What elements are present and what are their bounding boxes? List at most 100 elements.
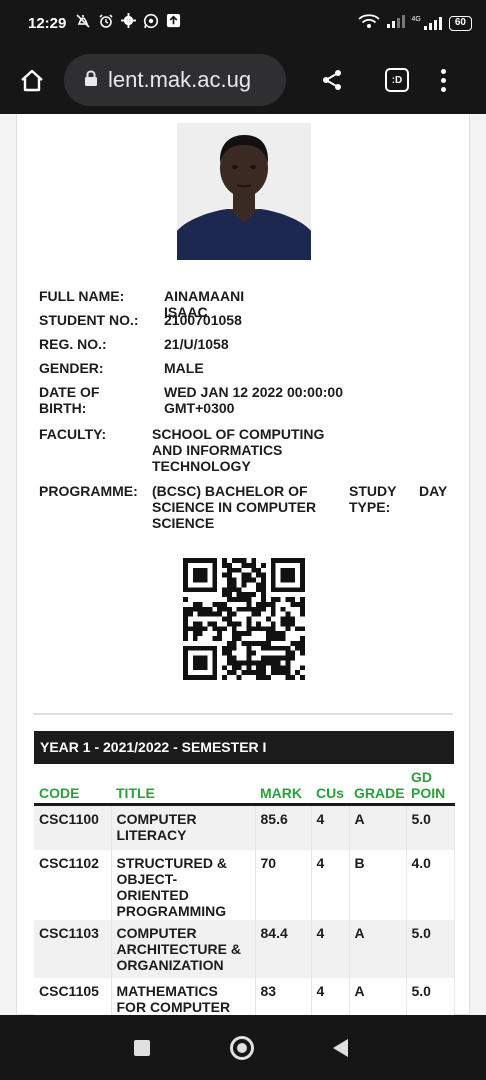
cell-grade: A (349, 804, 407, 850)
menu-dot-icon (440, 68, 446, 74)
table-row: CSC1105 MATHEMATICS FOR COMPUTER 83 4 A 5.0 (34, 978, 455, 1015)
faculty-value: SCHOOL OF COMPUTING AND INFORMATICS TECH… (152, 426, 352, 474)
whatsapp-icon (143, 13, 159, 34)
faculty-label: FACULTY: (39, 426, 107, 442)
do-not-disturb-icon (75, 13, 91, 34)
browser-toolbar: lent.mak.ac.ug :D (0, 46, 486, 114)
cell-title-line: ORIENTED (116, 887, 189, 903)
cell-code: CSC1100 (34, 804, 112, 850)
faculty-value-line: SCHOOL OF COMPUTING (152, 426, 325, 442)
gender-value: MALE (164, 360, 204, 376)
wifi-icon (357, 13, 380, 34)
signal-strength-icon (386, 14, 406, 33)
results-table: CODE TITLE MARK CUs GRADE GD POIN CSC110… (34, 764, 455, 1015)
cell-title-line: STRUCTURED & (116, 855, 227, 871)
column-header-code: CODE (34, 764, 111, 806)
cell-grade: A (349, 920, 407, 978)
results-table-header: CODE TITLE MARK CUs GRADE GD POIN (34, 764, 454, 806)
cell-title-line: FOR COMPUTER (116, 999, 231, 1015)
dob-value-line: GMT+0300 (164, 400, 235, 416)
column-header-grade: GRADE (349, 764, 406, 806)
programme-value-line: SCIENCE (152, 515, 215, 531)
cell-title-line: COMPUTER (116, 925, 197, 941)
back-button[interactable] (333, 1039, 348, 1057)
dob-value-line: WED JAN 12 2022 00:00:00 (164, 384, 343, 400)
dob-value: WED JAN 12 2022 00:00:00 GMT+0300 (164, 384, 424, 416)
share-icon (323, 70, 341, 90)
programme-label: PROGRAMME: (39, 483, 138, 499)
reg-no-label: REG. NO.: (39, 336, 107, 352)
cell-cus: 4 (311, 978, 350, 1015)
cell-cus: 4 (311, 804, 350, 850)
home-nav-button[interactable] (230, 1036, 254, 1060)
programme-value-line: SCIENCE IN COMPUTER (152, 499, 317, 515)
status-notification-icons (75, 13, 181, 34)
column-header-mark: MARK (255, 764, 311, 806)
table-row: CSC1102 STRUCTURED & OBJECT- ORIENTED PROGRA… (34, 850, 455, 920)
cell-mark: 83 (255, 978, 312, 1015)
cell-code: CSC1105 (34, 978, 112, 1015)
column-header-gd-line: POIN (411, 784, 446, 801)
network-4g-signal-icon: 4G (412, 16, 443, 30)
cell-title: COMPUTER LITERACY (111, 804, 256, 850)
address-bar[interactable]: lent.mak.ac.ug (64, 54, 286, 106)
student-no-value: 2100701058 (164, 312, 242, 328)
dob-label-line: DATE OF (39, 384, 100, 400)
cell-mark: 84.4 (255, 920, 312, 978)
cell-cus: 4 (311, 920, 350, 978)
browser-menu-button[interactable] (416, 46, 470, 114)
cell-title-line: OBJECT- (116, 871, 178, 887)
cell-title-line: LITERACY (116, 826, 187, 843)
full-name-label: FULL NAME: (39, 288, 125, 304)
tab-count-badge: :D (385, 68, 409, 92)
dob-label-line: BIRTH: (39, 400, 87, 416)
tab-switcher-button[interactable]: :D (378, 46, 416, 114)
lock-icon (84, 67, 98, 93)
study-type-label-line: STUDY (349, 483, 397, 499)
cell-grade: A (349, 978, 407, 1015)
reg-no-value: 21/U/1058 (164, 336, 229, 352)
menu-dot-icon (440, 77, 446, 83)
cell-code: CSC1102 (34, 850, 112, 920)
faculty-value-line: AND INFORMATICS (152, 442, 283, 458)
cell-title-line: COMPUTER (116, 810, 197, 827)
table-row: CSC1100 COMPUTER LITERACY 85.6 4 A 5.0 (34, 804, 455, 850)
cell-mark: 85.6 (255, 804, 312, 850)
cell-title-line: MATHEMATICS (116, 983, 218, 999)
column-header-gd-point: GD POIN (406, 764, 454, 806)
gender-label: GENDER: (39, 360, 104, 376)
menu-dot-icon (440, 86, 446, 92)
upload-notification-icon (166, 13, 181, 33)
recent-apps-button[interactable] (134, 1040, 150, 1056)
cell-title-line: ORGANIZATION (116, 957, 224, 973)
settings-gear-icon (121, 13, 137, 33)
column-header-gd-line: GD (411, 768, 432, 785)
home-button[interactable] (0, 46, 64, 114)
android-navigation-bar (0, 1015, 486, 1080)
cell-grade: B (349, 850, 407, 920)
url-text: lent.mak.ac.ug (108, 67, 252, 92)
column-header-cus: CUs (311, 764, 349, 806)
cell-title: MATHEMATICS FOR COMPUTER (111, 978, 256, 1015)
table-row: CSC1103 COMPUTER ARCHITECTURE & ORGANIZATIO… (34, 920, 455, 978)
status-system-icons: 4G 60 (357, 13, 472, 34)
cell-title: STRUCTURED & OBJECT- ORIENTED PROGRAMMING (111, 850, 256, 920)
network-type-label: 4G (411, 16, 421, 23)
study-type-label: STUDY TYPE: (349, 483, 409, 515)
cell-cus: 4 (311, 850, 350, 920)
study-type-label-line: TYPE: (349, 499, 391, 515)
status-time: 12:29 (28, 14, 67, 32)
student-no-label: STUDENT NO.: (39, 312, 139, 328)
web-page[interactable]: FULL NAME: AINAMAANI ISAAC STUDENT NO.: … (0, 114, 486, 1015)
qr-code (183, 558, 305, 680)
semester-header: YEAR 1 - 2021/2022 - SEMESTER I (34, 731, 454, 764)
cell-gd-point: 4.0 (406, 850, 455, 920)
cell-title-line: ARCHITECTURE & (116, 941, 241, 957)
share-button[interactable] (286, 46, 378, 114)
alarm-icon (98, 13, 114, 34)
programme-value-line: (BCSC) BACHELOR OF (152, 483, 308, 499)
cell-gd-point: 5.0 (406, 804, 455, 850)
study-type-value: DAY (419, 483, 448, 499)
programme-value: (BCSC) BACHELOR OF SCIENCE IN COMPUTER S… (152, 483, 342, 531)
student-photo (177, 123, 311, 260)
